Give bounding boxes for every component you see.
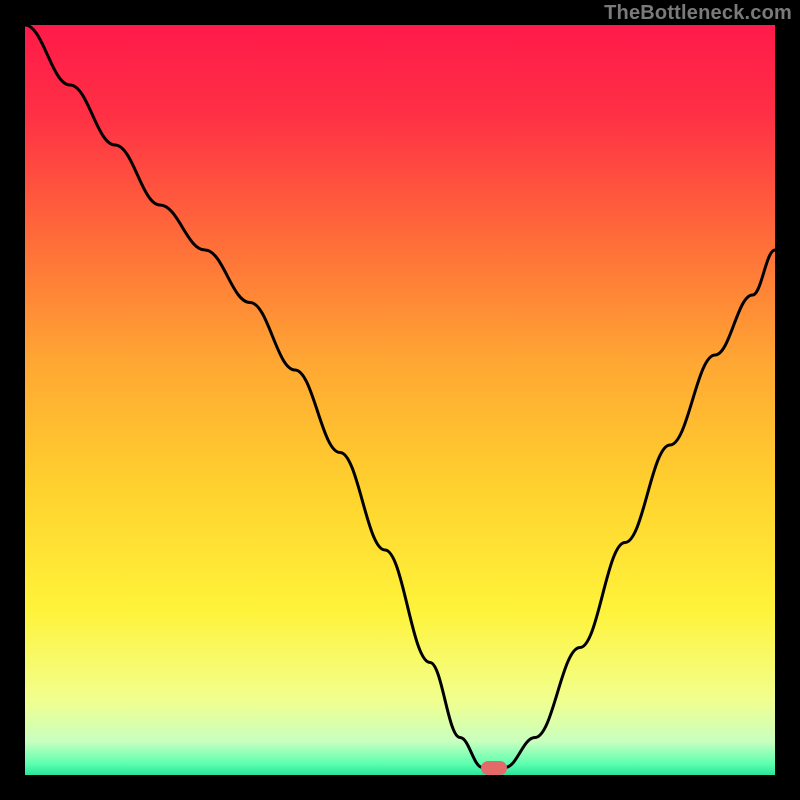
bottleneck-curve xyxy=(25,25,775,768)
chart-frame: TheBottleneck.com xyxy=(0,0,800,800)
watermark-text: TheBottleneck.com xyxy=(604,2,792,25)
optimal-marker xyxy=(481,761,507,775)
curve-svg xyxy=(25,25,775,775)
plot-area xyxy=(25,25,775,775)
